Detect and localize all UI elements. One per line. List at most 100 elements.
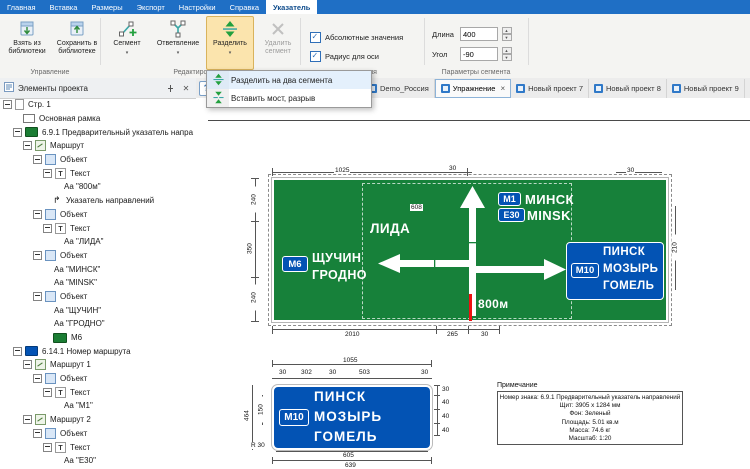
- tree-item[interactable]: М6: [0, 331, 196, 345]
- menu-tab-export[interactable]: Экспорт: [130, 0, 172, 14]
- tree-item[interactable]: Объект: [0, 249, 196, 263]
- tree-item[interactable]: 6.14.1 Номер маршрута: [0, 344, 196, 358]
- collapse-icon[interactable]: [33, 374, 42, 383]
- tab-new-project-7[interactable]: Новый проект 7: [511, 79, 589, 98]
- tree-item[interactable]: Указатель направлений: [0, 194, 196, 208]
- spinner-down-icon[interactable]: [502, 34, 512, 41]
- close-icon[interactable]: ×: [500, 84, 505, 93]
- document-icon: [441, 84, 450, 93]
- m10-route-badge[interactable]: М10: [571, 263, 599, 278]
- sign-text-lida[interactable]: ЛИДА: [370, 222, 410, 236]
- sign-text-pinsk[interactable]: ПИНСК: [603, 247, 645, 259]
- menu-tab-help[interactable]: Справка: [223, 0, 266, 14]
- sign-text-minsk-ru[interactable]: МИНСК: [525, 193, 574, 206]
- collapse-icon[interactable]: [43, 388, 52, 397]
- length-stepper[interactable]: [502, 27, 512, 41]
- sign-text-distance[interactable]: 800м: [478, 298, 509, 310]
- collapse-icon[interactable]: [33, 155, 42, 164]
- tab-demo-russia[interactable]: Demo_Россия: [363, 79, 435, 98]
- sign-text-mozyr[interactable]: МОЗЫРЬ: [314, 410, 382, 424]
- take-from-library-button[interactable]: Взять из библиотеки: [3, 16, 51, 70]
- sign-text-grodno[interactable]: ГРОДНО: [312, 269, 367, 282]
- menu-tab-settings[interactable]: Настройки: [172, 0, 223, 14]
- delete-segment-button[interactable]: Удалить сегмент: [254, 16, 302, 70]
- tree-item[interactable]: Текст: [0, 385, 196, 399]
- pin-icon[interactable]: [164, 82, 176, 94]
- tree-item[interactable]: 6.9.1 Предварительный указатель напра: [0, 125, 196, 139]
- tree-item[interactable]: Aa "M1": [0, 399, 196, 413]
- sign-text-schuchin[interactable]: ЩУЧИН: [312, 252, 361, 265]
- tree-item[interactable]: Объект: [0, 208, 196, 222]
- segment-button[interactable]: Сегмент ▾: [104, 16, 150, 70]
- tree-item[interactable]: Текст: [0, 440, 196, 454]
- spinner-down-icon[interactable]: [502, 54, 512, 61]
- note-line: Масштаб: 1:20: [498, 435, 682, 443]
- collapse-icon[interactable]: [23, 415, 32, 424]
- tree-item[interactable]: Маршрут: [0, 139, 196, 153]
- angle-parameter-row: Угол: [432, 47, 512, 61]
- tree-item[interactable]: Aa "МИНСК": [0, 262, 196, 276]
- collapse-icon[interactable]: [33, 251, 42, 260]
- tree-item[interactable]: Объект: [0, 372, 196, 386]
- sign-text-pinsk[interactable]: ПИНСК: [314, 390, 366, 404]
- menu-item-insert-bridge[interactable]: Вставить мост, разрыв: [207, 89, 371, 107]
- menu-tab-insert[interactable]: Вставка: [43, 0, 85, 14]
- menu-tab-sizes[interactable]: Размеры: [84, 0, 129, 14]
- drawing-canvas[interactable]: ЛИДА М6 ЩУЧИН ГРОДНО М1 МИНСК Е30 MINSK …: [196, 98, 750, 469]
- tree-item[interactable]: Aa "ГРОДНО": [0, 317, 196, 331]
- collapse-icon[interactable]: [3, 100, 12, 109]
- menu-tab-home[interactable]: Главная: [0, 0, 43, 14]
- split-button[interactable]: Разделить ▾: [206, 16, 254, 70]
- tree-item[interactable]: Стр. 1: [0, 98, 196, 112]
- length-input[interactable]: [460, 27, 498, 41]
- tab-new-project-9[interactable]: Новый проект 9: [667, 79, 745, 98]
- collapse-icon[interactable]: [43, 169, 52, 178]
- collapse-icon[interactable]: [43, 224, 52, 233]
- collapse-icon[interactable]: [23, 141, 32, 150]
- e30-route-badge[interactable]: Е30: [498, 208, 525, 222]
- sign-text-gomel[interactable]: ГОМЕЛЬ: [603, 281, 654, 293]
- absolute-values-checkbox[interactable]: Абсолютные значения: [310, 32, 403, 43]
- tree-item[interactable]: Aa "800м": [0, 180, 196, 194]
- axis-radius-checkbox[interactable]: Радиус для оси: [310, 51, 379, 62]
- menu-item-split-into-two[interactable]: Разделить на два сегмента: [207, 71, 371, 89]
- collapse-icon[interactable]: [13, 128, 22, 137]
- tree-item[interactable]: Aa "MINSK": [0, 276, 196, 290]
- tree-item[interactable]: Маршрут 2: [0, 413, 196, 427]
- menu-tab-pointer[interactable]: Указатель: [266, 0, 317, 14]
- tree-item[interactable]: Маршрут 1: [0, 358, 196, 372]
- close-icon[interactable]: ✕: [180, 82, 192, 94]
- sign-text-mozyr[interactable]: МОЗЫРЬ: [603, 264, 658, 276]
- tab-new-project-8[interactable]: Новый проект 8: [589, 79, 667, 98]
- main-road-sign[interactable]: ЛИДА М6 ЩУЧИН ГРОДНО М1 МИНСК Е30 MINSK …: [272, 178, 668, 322]
- tree-item[interactable]: Aa "ЛИДА": [0, 235, 196, 249]
- collapse-icon[interactable]: [33, 429, 42, 438]
- tree-item[interactable]: Объект: [0, 153, 196, 167]
- m10-route-badge[interactable]: М10: [279, 409, 309, 426]
- angle-input[interactable]: [460, 47, 498, 61]
- collapse-icon[interactable]: [23, 360, 32, 369]
- collapse-icon[interactable]: [33, 292, 42, 301]
- sign-text-gomel[interactable]: ГОМЕЛЬ: [314, 430, 377, 444]
- collapse-icon[interactable]: [13, 347, 22, 356]
- save-to-library-button[interactable]: Сохранить в библиотеке: [51, 16, 103, 70]
- sign-text-minsk-en[interactable]: MINSK: [527, 209, 571, 222]
- m1-route-badge[interactable]: М1: [498, 192, 521, 206]
- spinner-up-icon[interactable]: [502, 47, 512, 54]
- m10-road-sign[interactable]: М10 ПИНСК МОЗЫРЬ ГОМЕЛЬ: [272, 385, 432, 450]
- collapse-icon[interactable]: [33, 210, 42, 219]
- tree-item[interactable]: Основная рамка: [0, 112, 196, 126]
- branch-button[interactable]: Ответвление ▾: [150, 16, 206, 70]
- m10-direction-panel[interactable]: М10 ПИНСК МОЗЫРЬ ГОМЕЛЬ: [566, 242, 664, 300]
- tree-item[interactable]: Текст: [0, 221, 196, 235]
- tree-item[interactable]: Aa "ЩУЧИН": [0, 303, 196, 317]
- tab-exercise[interactable]: Упражнение×: [435, 79, 511, 98]
- tree-item[interactable]: Aa "E30": [0, 454, 196, 468]
- m6-route-badge[interactable]: М6: [282, 256, 308, 272]
- tree-item[interactable]: Текст: [0, 166, 196, 180]
- tree-item[interactable]: Объект: [0, 290, 196, 304]
- spinner-up-icon[interactable]: [502, 27, 512, 34]
- collapse-icon[interactable]: [43, 443, 52, 452]
- tree-item[interactable]: Объект: [0, 427, 196, 441]
- angle-stepper[interactable]: [502, 47, 512, 61]
